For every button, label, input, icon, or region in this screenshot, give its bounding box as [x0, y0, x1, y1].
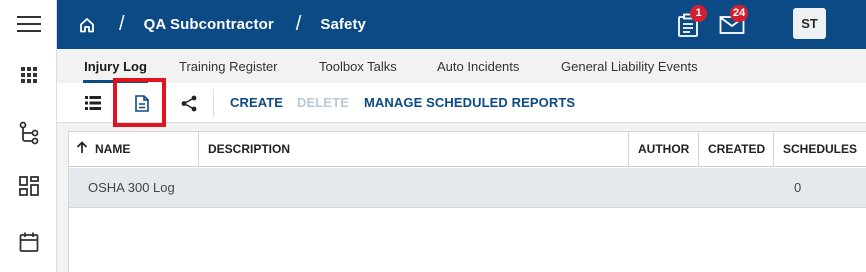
column-header-name[interactable]: NAME [69, 132, 197, 167]
calendar-button[interactable] [0, 220, 57, 264]
tasks-button[interactable]: 1 [671, 5, 707, 42]
app: / QA Subcontractor / Safety 1 24 ST Inju… [0, 0, 866, 272]
calendar-icon [19, 232, 38, 252]
manage-scheduled-reports-button[interactable]: MANAGE SCHEDULED REPORTS [364, 83, 575, 123]
breadcrumb-module[interactable]: Safety [320, 16, 366, 33]
left-rail [0, 0, 57, 272]
table-row[interactable]: OSHA 300 Log 0 [69, 168, 866, 208]
dashboard-icon [18, 176, 39, 196]
highlight-box [113, 78, 166, 127]
workflow-button[interactable] [0, 111, 57, 155]
workflow-icon [19, 121, 38, 145]
home-button[interactable] [77, 15, 97, 35]
cell-name: OSHA 300 Log [88, 180, 175, 195]
menu-icon [16, 16, 41, 32]
top-bar: / QA Subcontractor / Safety 1 24 ST [57, 0, 866, 49]
tab-auto-incidents[interactable]: Auto Incidents [437, 49, 519, 83]
breadcrumb: / QA Subcontractor / Safety [57, 0, 366, 49]
messages-button[interactable]: 24 [715, 5, 749, 42]
reports-table: NAME DESCRIPTION AUTHOR CREATED SCHEDULE… [68, 131, 866, 272]
avatar[interactable]: ST [793, 8, 826, 39]
home-icon [80, 17, 94, 32]
column-header-created[interactable]: CREATED [698, 132, 773, 167]
share-button[interactable] [176, 90, 202, 116]
apps-button[interactable] [0, 53, 57, 97]
dashboard-button[interactable] [0, 164, 57, 208]
menu-button[interactable] [0, 2, 57, 46]
column-header-description[interactable]: DESCRIPTION [198, 132, 628, 167]
sort-ascending-icon [76, 141, 88, 153]
column-header-author[interactable]: AUTHOR [628, 132, 698, 167]
list-view-icon [85, 96, 101, 110]
column-label: NAME [95, 142, 131, 156]
tasks-badge: 1 [690, 5, 707, 22]
messages-badge: 24 [730, 5, 749, 22]
table-header: NAME DESCRIPTION AUTHOR CREATED SCHEDULE… [69, 132, 866, 167]
breadcrumb-separator: / [119, 13, 125, 35]
share-icon [181, 95, 197, 111]
list-view-button[interactable] [80, 90, 106, 116]
tab-general-liability-events[interactable]: General Liability Events [561, 49, 698, 83]
breadcrumb-separator: / [295, 13, 302, 35]
toolbar-divider [213, 89, 214, 117]
breadcrumb-project[interactable]: QA Subcontractor [144, 16, 274, 33]
tab-bar: Injury Log Training Register Toolbox Tal… [57, 49, 866, 83]
cell-schedules: 0 [794, 180, 802, 195]
column-header-schedules[interactable]: SCHEDULES [773, 132, 866, 167]
apps-grid-icon [20, 67, 37, 83]
toolbar: CREATE DELETE MANAGE SCHEDULED REPORTS [57, 83, 866, 123]
tab-toolbox-talks[interactable]: Toolbox Talks [319, 49, 397, 83]
tab-training-register[interactable]: Training Register [179, 49, 278, 83]
delete-button[interactable]: DELETE [297, 83, 349, 123]
create-button[interactable]: CREATE [230, 83, 283, 123]
